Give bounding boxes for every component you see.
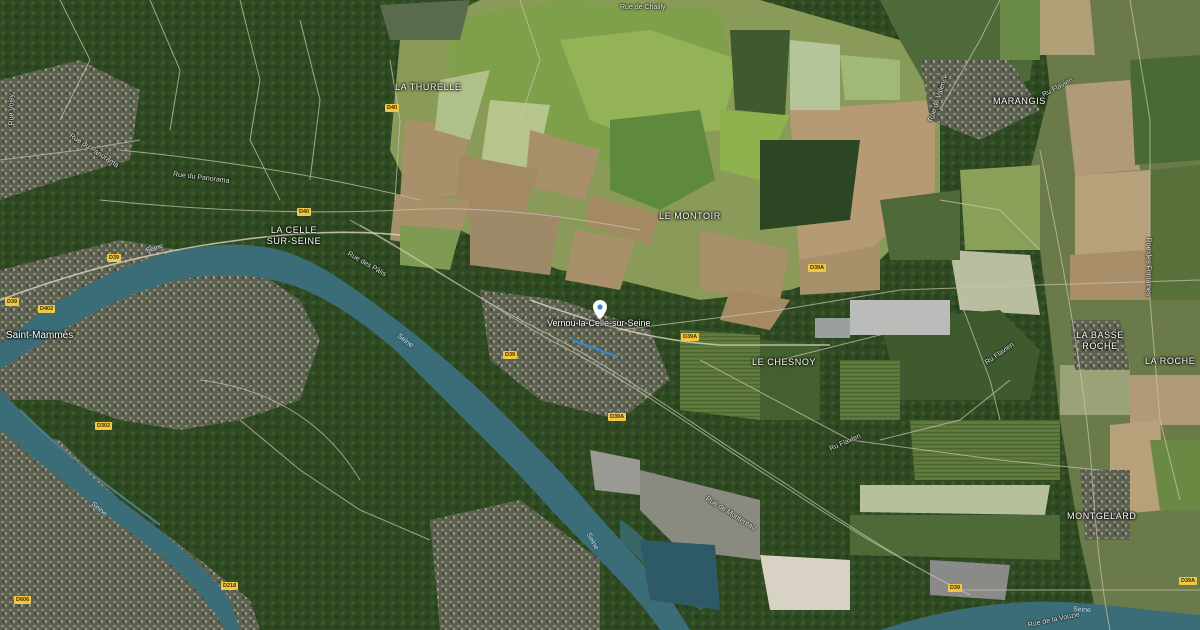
satellite-map[interactable]: LA THURELLE LA CELLE SUR-SEINE LE MONTOI… [0,0,1200,630]
road-shield-d39-far-west: D39 [5,298,20,306]
locality-label-la-roche: LA ROCHE [1145,356,1196,366]
road-shield-d40-celle: D40 [297,208,312,216]
street-label-rue-voisy: Rue Voisy [8,93,16,126]
place-label-vernou: Vernou-la-Celle-sur-Seine [547,318,651,328]
road-shield-d39a-north: D39A [808,264,827,272]
locality-label-la-basse-line2: ROCHE [1082,341,1118,351]
locality-label-la-celle-sur-seine: LA CELLE SUR-SEINE [262,225,326,247]
street-label-rue-de-chailly: Rue de Chailly [620,4,666,11]
locality-label-la-celle-line2: SUR-SEINE [266,236,322,246]
road-shield-d39-west: D39 [107,254,122,262]
road-shield-d39-southeast: D39 [948,584,963,592]
road-shield-d39a-east: D39A [1179,577,1198,585]
locality-label-la-thurelle: LA THURELLE [395,82,462,92]
road-shield-d402: D402 [38,305,56,313]
locality-label-montgelard: MONTGELARD [1067,511,1137,521]
road-shield-d39a-south: D39A [608,413,627,421]
locality-label-marangis: MARANGIS [993,96,1046,106]
road-shield-d302: D302 [95,422,113,430]
road-shield-d39-vernou: D39 [503,351,518,359]
locality-label-la-basse-line1: LA BASSE [1076,330,1124,340]
road-shield-d218: D218 [221,582,239,590]
locality-label-le-montoir: LE MONTOIR [659,211,721,221]
town-label-saint-mammes: Saint-Mammès [6,330,74,341]
locality-label-la-celle-line1: LA CELLE [270,225,318,235]
road-shield-d39a-center: D39A [681,333,700,341]
locality-label-le-chesnoy: LE CHESNOY [752,357,817,367]
road-shield-d40-north: D40 [385,104,400,112]
road-shield-d606: D606 [14,596,32,604]
locality-label-la-basse-roche: LA BASSE ROCHE [1072,330,1128,352]
river-label-seine-4: Seine [1072,606,1092,615]
street-label-rue-des-fontaines: Rue des Fontaines [1144,237,1152,297]
